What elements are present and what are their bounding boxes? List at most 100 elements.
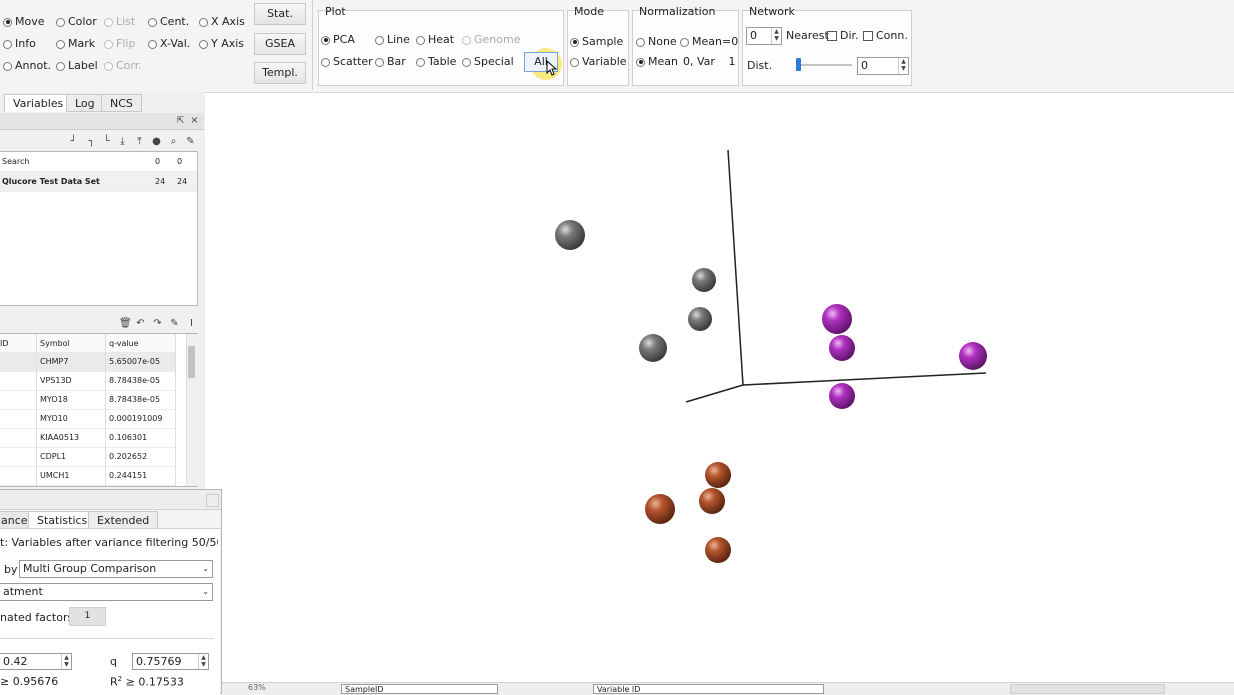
radio-icon (636, 57, 645, 67)
factor-combo[interactable]: atment ⌄ (0, 583, 213, 601)
sample-point-orange[interactable] (699, 488, 725, 514)
tab-variables[interactable]: Variables (4, 94, 73, 112)
plot-pca[interactable]: PCA (321, 33, 355, 46)
dir-checkbox[interactable]: Dir. (827, 29, 859, 42)
tool-x-axis[interactable]: X Axis (199, 15, 245, 28)
sample-point-gray[interactable] (555, 220, 585, 250)
radio-icon (104, 61, 113, 71)
nearest-spinbox[interactable]: 0 ▲ ▼ (746, 27, 782, 45)
float-icon[interactable]: ⇱ (175, 116, 186, 127)
tool-annot[interactable]: Annot. (3, 59, 51, 72)
radio-icon (462, 35, 471, 45)
plot-heat[interactable]: Heat (416, 33, 454, 46)
undo-icon[interactable]: ↶ (135, 318, 146, 329)
tool-label[interactable]: Label (56, 59, 98, 72)
zoom-level: 63% (248, 683, 266, 692)
trash-icon[interactable]: 🗑 (119, 318, 132, 329)
tool-color[interactable]: Color (56, 15, 97, 28)
table-row[interactable]: MYO18 8.78438e-05 (0, 390, 176, 410)
mode-variable[interactable]: Variable (570, 55, 627, 68)
text-cursor-icon[interactable]: I (186, 318, 197, 329)
plot-scatter[interactable]: Scatter (321, 55, 373, 68)
plot-table[interactable]: Table (416, 55, 456, 68)
conn-checkbox[interactable]: Conn. (863, 29, 908, 42)
stats-separator (0, 638, 214, 639)
radio-icon (416, 35, 425, 45)
s-threshold: ≥ 0.95676 (0, 675, 59, 688)
eliminated-factors-value[interactable]: 1 (69, 607, 106, 626)
plot-genome[interactable]: Genome (462, 33, 520, 46)
stat-button[interactable]: Stat. (254, 3, 306, 25)
edit-icon[interactable]: ✎ (185, 136, 196, 147)
mouse-cursor-icon (546, 59, 558, 76)
table-row[interactable]: UMCH1 0.244151 (0, 466, 176, 486)
normalization-group-title: Normalization (639, 5, 716, 18)
sample-point-orange[interactable] (705, 462, 731, 488)
sample-point-purple[interactable] (959, 342, 987, 370)
gsea-button[interactable]: GSEA (254, 33, 306, 55)
tab-log[interactable]: Log (66, 94, 104, 112)
dist-spinbox[interactable]: 0 ▲ ▼ (857, 57, 909, 75)
pca-3d-plot[interactable] (205, 92, 1234, 682)
search-icon[interactable]: ⌕ (168, 136, 179, 147)
radio-icon (570, 37, 579, 47)
table-row[interactable]: KIAA0513 0.106301 (0, 428, 176, 448)
tool-cent[interactable]: Cent. (148, 15, 189, 28)
tool-flip[interactable]: Flip (104, 37, 135, 50)
pen-icon[interactable]: ✎ (169, 318, 180, 329)
list-item[interactable]: Search 0 0 (0, 152, 197, 172)
variable-id-combo[interactable]: Variable ID (593, 684, 824, 694)
norm-none[interactable]: None (636, 35, 677, 48)
table-scrollbar-thumb[interactable] (188, 346, 195, 378)
p-spinbox[interactable]: 0.42 ▲ ▼ (0, 653, 72, 670)
tab-ncs[interactable]: NCS (101, 94, 142, 112)
upload-icon[interactable]: ⤒ (134, 136, 145, 147)
plot-special[interactable]: Special (462, 55, 514, 68)
radio-icon (104, 17, 113, 27)
q-spinbox[interactable]: 0.75769 ▲ ▼ (132, 653, 209, 670)
templ-button[interactable]: Templ. (254, 62, 306, 84)
norm-mean-zero[interactable]: Mean=0 (680, 35, 738, 48)
table-row[interactable]: CHMP7 5.65007e-05 (0, 352, 176, 372)
tool-y-axis[interactable]: Y Axis (199, 37, 244, 50)
mode-sample[interactable]: Sample (570, 35, 623, 48)
download-icon[interactable]: ⤓ (117, 136, 128, 147)
tool-move[interactable]: Move (3, 15, 45, 28)
sample-point-gray[interactable] (692, 268, 716, 292)
tool-list[interactable]: List (104, 15, 135, 28)
tool-corr[interactable]: Corr. (104, 59, 142, 72)
plot-bar[interactable]: Bar (375, 55, 406, 68)
sample-point-purple[interactable] (829, 335, 855, 361)
sample-point-gray[interactable] (688, 307, 712, 331)
list-item[interactable]: Qlucore Test Data Set 24 24 (0, 172, 197, 192)
sample-id-combo[interactable]: SampleID (341, 684, 498, 694)
new-list-icon[interactable]: ┘ (68, 136, 79, 147)
redo-icon[interactable]: ↷ (152, 318, 163, 329)
stats-titlebar (0, 490, 221, 510)
sample-point-purple[interactable] (822, 304, 852, 334)
tab-statistics[interactable]: Statistics (28, 511, 97, 529)
table-row[interactable]: VPS13D 8.78438e-05 (0, 371, 176, 391)
dist-slider-handle[interactable] (796, 58, 801, 71)
subset-icon[interactable]: └ (101, 136, 112, 147)
sample-point-purple[interactable] (829, 383, 855, 409)
sample-point-orange[interactable] (645, 494, 675, 524)
tool-info[interactable]: Info (3, 37, 36, 50)
method-combo[interactable]: Multi Group Comparison ⌄ (19, 560, 213, 578)
tool-mark[interactable]: Mark (56, 37, 95, 50)
tool-x-val[interactable]: X-Val. (148, 37, 190, 50)
table-row[interactable]: MYO10 0.000191009 (0, 409, 176, 429)
plot-line[interactable]: Line (375, 33, 410, 46)
norm-var-label: 0, Var 1 (683, 55, 736, 68)
new-list-2-icon[interactable]: ┐ (86, 136, 97, 147)
radio-icon (375, 57, 384, 67)
tab-extended[interactable]: Extended (88, 511, 159, 529)
table-row[interactable]: CDPL1 0.202652 (0, 447, 176, 467)
radio-icon (636, 37, 645, 47)
close-icon[interactable]: × (189, 115, 200, 126)
palette-icon[interactable]: ● (151, 136, 162, 147)
dist-slider-track[interactable] (796, 64, 852, 66)
sample-point-orange[interactable] (705, 537, 731, 563)
norm-mean[interactable]: Mean (636, 55, 678, 68)
sample-point-gray[interactable] (639, 334, 667, 362)
